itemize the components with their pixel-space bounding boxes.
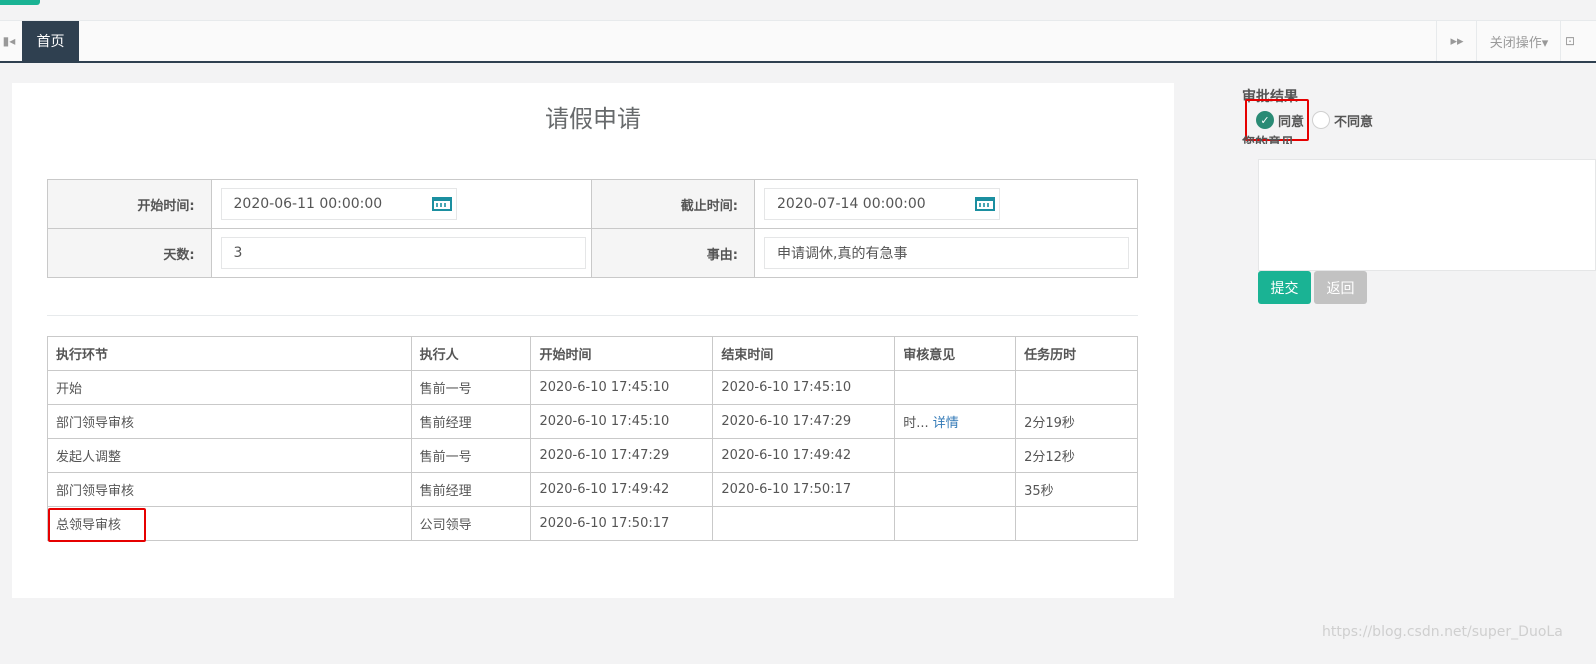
cell-step: 部门领导审核 xyxy=(47,404,412,439)
cell-executor: 公司领导 xyxy=(410,506,532,541)
fullscreen-icon[interactable]: ⊡ xyxy=(1560,21,1596,61)
back-button[interactable]: 返回 xyxy=(1314,271,1367,304)
divider xyxy=(47,315,1138,316)
days-value: 3 xyxy=(233,245,243,261)
end-time-value: 2020-07-14 00:00:00 xyxy=(777,196,926,212)
tab-next-icon[interactable]: ▸▸ xyxy=(1436,21,1477,61)
column-header: 执行人 xyxy=(410,336,532,371)
table-row: 部门领导审核 售前经理 2020-6-10 17:45:10 2020-6-10… xyxy=(47,404,1138,439)
column-header: 任务历时 xyxy=(1015,336,1138,371)
cell-start: 2020-6-10 17:49:42 xyxy=(530,472,714,507)
cell-step: 开始 xyxy=(47,370,412,405)
cell-executor: 售前经理 xyxy=(410,404,532,439)
top-accent-bar xyxy=(0,0,40,5)
table-row: 部门领导审核 售前经理 2020-6-10 17:49:42 2020-6-10… xyxy=(47,472,1138,507)
table-row: 开始 售前一号 2020-6-10 17:45:10 2020-6-10 17:… xyxy=(47,370,1138,405)
cell-opinion xyxy=(894,370,1017,405)
cell-opinion: 时... 详情 xyxy=(894,404,1017,439)
cell-opinion xyxy=(894,438,1017,473)
cell-step: 发起人调整 xyxy=(47,438,412,473)
table-row: 总领导审核 公司领导 2020-6-10 17:50:17 xyxy=(47,506,1138,541)
end-time-label: 截止时间: xyxy=(591,179,755,229)
start-time-input[interactable]: 2020-06-11 00:00:00 xyxy=(220,188,457,220)
reason-input[interactable]: 申请调休,真的有急事 xyxy=(764,237,1129,269)
cell-end xyxy=(712,506,896,541)
column-header: 结束时间 xyxy=(712,336,896,371)
start-time-label: 开始时间: xyxy=(47,179,212,229)
cell-duration: 2分12秒 xyxy=(1015,438,1138,473)
table-header-row: 执行环节 执行人 开始时间 结束时间 审核意见 任务历时 xyxy=(47,336,1138,371)
tab-bar: ▮◂ 首页 ▸▸ 关闭操作▾ ⊡ xyxy=(0,20,1596,63)
detail-link[interactable]: 详情 xyxy=(933,416,959,431)
close-operations-dropdown[interactable]: 关闭操作▾ xyxy=(1476,21,1561,61)
cell-start: 2020-6-10 17:47:29 xyxy=(530,438,714,473)
cell-executor: 售前一号 xyxy=(410,370,532,405)
radio-disagree-label: 不同意 xyxy=(1334,114,1374,130)
cell-duration xyxy=(1015,506,1138,541)
column-header: 执行环节 xyxy=(47,336,412,371)
cell-executor: 售前一号 xyxy=(410,438,532,473)
cell-duration xyxy=(1015,370,1138,405)
cell-end: 2020-6-10 17:47:29 xyxy=(712,404,896,439)
cell-step: 部门领导审核 xyxy=(47,472,412,507)
cell-duration: 2分19秒 xyxy=(1015,404,1138,439)
cell-start: 2020-6-10 17:45:10 xyxy=(530,370,714,405)
table-row: 发起人调整 售前一号 2020-6-10 17:47:29 2020-6-10 … xyxy=(47,438,1138,473)
column-header: 开始时间 xyxy=(530,336,714,371)
opinion-label: 您的意见 xyxy=(1242,136,1295,144)
cell-duration: 35秒 xyxy=(1015,472,1138,507)
approval-history-table: 执行环节 执行人 开始时间 结束时间 审核意见 任务历时 开始 售前一号 202… xyxy=(47,336,1138,541)
tab-home[interactable]: 首页 xyxy=(22,21,79,61)
cell-end: 2020-6-10 17:50:17 xyxy=(712,472,896,507)
cell-end: 2020-6-10 17:49:42 xyxy=(712,438,896,473)
calendar-icon[interactable] xyxy=(431,197,452,211)
reason-value: 申请调休,真的有急事 xyxy=(777,246,908,262)
days-label: 天数: xyxy=(47,228,212,278)
days-input[interactable]: 3 xyxy=(220,237,586,269)
highlight-box-current-step xyxy=(48,508,146,542)
radio-circle-icon xyxy=(1312,111,1331,129)
radio-disagree[interactable]: 不同意 xyxy=(1312,111,1373,130)
cell-start: 2020-6-10 17:45:10 xyxy=(530,404,714,439)
leave-form-table: 开始时间: 2020-06-11 00:00:00 截止时间: 2020-07-… xyxy=(47,179,1138,278)
cell-start: 2020-6-10 17:50:17 xyxy=(530,506,714,541)
opinion-textarea[interactable] xyxy=(1258,159,1596,271)
submit-button[interactable]: 提交 xyxy=(1258,271,1311,304)
tab-prev-icon[interactable]: ▮◂ xyxy=(0,21,18,61)
cell-opinion xyxy=(894,506,1017,541)
watermark: https://blog.csdn.net/super_DuoLa xyxy=(1322,624,1563,640)
cell-opinion xyxy=(894,472,1017,507)
end-time-input[interactable]: 2020-07-14 00:00:00 xyxy=(764,188,1000,220)
cell-end: 2020-6-10 17:45:10 xyxy=(712,370,896,405)
column-header: 审核意见 xyxy=(894,336,1017,371)
cell-executor: 售前经理 xyxy=(410,472,532,507)
reason-label: 事由: xyxy=(591,228,755,278)
leave-application-panel: 请假申请 开始时间: 2020-06-11 00:00:00 截止时间: 202… xyxy=(12,83,1174,598)
page-title: 请假申请 xyxy=(545,105,641,133)
calendar-icon[interactable] xyxy=(975,197,995,211)
start-time-value: 2020-06-11 00:00:00 xyxy=(233,196,383,212)
opinion-text: 时... xyxy=(903,416,929,431)
